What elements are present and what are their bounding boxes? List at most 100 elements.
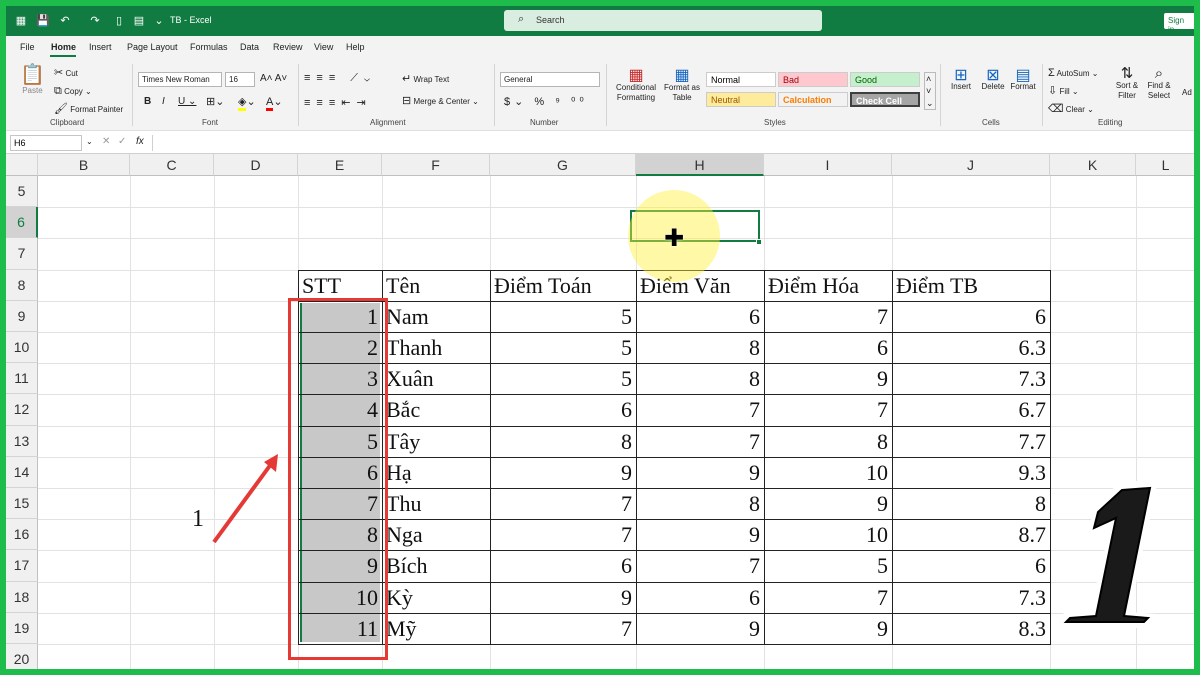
table-cell[interactable]: 7 — [636, 394, 764, 425]
table-cell[interactable]: Tây — [382, 426, 490, 457]
table-cell[interactable]: 7 — [764, 301, 892, 332]
tab-data[interactable]: Data — [240, 42, 259, 52]
table-cell[interactable]: Nam — [382, 301, 490, 332]
font-color-icon[interactable]: A⌄ — [266, 95, 283, 111]
number-format-select[interactable]: General — [500, 72, 600, 87]
row-header-7[interactable]: 7 — [6, 238, 38, 270]
italic-button[interactable]: I — [162, 96, 165, 107]
row-header-9[interactable]: 9 — [6, 300, 38, 332]
column-header-b[interactable]: B — [38, 154, 130, 176]
bold-button[interactable]: B — [144, 96, 151, 107]
table-cell[interactable]: 6 — [490, 550, 636, 581]
formula-input[interactable] — [152, 135, 1182, 151]
borders-icon[interactable]: ⊞⌄ — [206, 95, 224, 108]
table-cell[interactable]: 5 — [490, 363, 636, 394]
table-cell[interactable]: Mỹ — [382, 613, 490, 644]
table-cell[interactable]: 7 — [636, 550, 764, 581]
wrap-text-button[interactable]: ↵ Wrap Text — [402, 74, 449, 85]
customize-qat-icon[interactable]: ⌄ — [152, 14, 166, 28]
table-cell[interactable]: 6 — [892, 550, 1050, 581]
table-cell[interactable]: 7 — [636, 426, 764, 457]
enter-icon[interactable]: ✓ — [118, 136, 126, 147]
table-cell[interactable]: 9 — [636, 457, 764, 488]
row-header-8[interactable]: 8 — [6, 269, 38, 301]
name-box[interactable]: H6 — [10, 135, 82, 151]
select-all-corner[interactable] — [6, 154, 38, 176]
row-header-20[interactable]: 20 — [6, 644, 38, 669]
fill-handle[interactable] — [756, 239, 762, 245]
font-size-select[interactable]: 16 — [225, 72, 255, 87]
table-cell[interactable]: 7 — [764, 582, 892, 613]
clear-button[interactable]: ⌫ Clear ⌄ — [1048, 104, 1094, 115]
table-cell[interactable]: 6 — [892, 301, 1050, 332]
row-header-11[interactable]: 11 — [6, 363, 38, 395]
table-cell[interactable]: 9 — [490, 582, 636, 613]
table-cell[interactable]: 5 — [764, 550, 892, 581]
column-header-g[interactable]: G — [490, 154, 636, 176]
row-header-5[interactable]: 5 — [6, 176, 38, 208]
cell-style-calculation[interactable]: Calculation — [778, 92, 848, 107]
number-format-icons[interactable]: $⌄ % ⁹ ⁰⁰ — [504, 95, 588, 108]
table-cell[interactable]: 7 — [490, 488, 636, 519]
column-header-k[interactable]: K — [1050, 154, 1136, 176]
table-cell[interactable]: 9 — [490, 457, 636, 488]
table-cell[interactable]: 8.7 — [892, 519, 1050, 550]
addins-button[interactable]: Ad — [1182, 88, 1192, 97]
tab-review[interactable]: Review — [273, 42, 303, 52]
cell-style-check-cell[interactable]: Check Cell — [850, 92, 920, 107]
worksheet-grid[interactable]: B C D E F G H I J K L 5 6 7 8 9 10 11 12 13 14 15 16 17 18 19 20 ST… — [6, 154, 1194, 669]
table-cell[interactable]: 9 — [636, 613, 764, 644]
table-cell[interactable]: 5 — [490, 301, 636, 332]
cancel-icon[interactable]: ✕ — [102, 136, 110, 147]
cell-style-neutral[interactable]: Neutral — [706, 92, 776, 107]
row-header-14[interactable]: 14 — [6, 456, 38, 488]
table-cell[interactable]: Kỳ — [382, 582, 490, 613]
paste-button[interactable]: 📋 Paste — [20, 64, 45, 95]
row-header-12[interactable]: 12 — [6, 394, 38, 426]
column-header-h[interactable]: H — [636, 154, 764, 176]
column-header-i[interactable]: I — [764, 154, 892, 176]
table-cell[interactable]: 6 — [490, 394, 636, 425]
table-cell[interactable]: 9.3 — [892, 457, 1050, 488]
table-cell[interactable]: 7.3 — [892, 582, 1050, 613]
table-cell[interactable]: Nga — [382, 519, 490, 550]
column-header-l[interactable]: L — [1136, 154, 1194, 176]
format-painter-button[interactable]: 🖌 Format Painter — [54, 104, 123, 115]
column-header-j[interactable]: J — [892, 154, 1050, 176]
table-cell[interactable]: Hạ — [382, 457, 490, 488]
tab-page-layout[interactable]: Page Layout — [127, 42, 178, 52]
row-header-15[interactable]: 15 — [6, 488, 38, 520]
table-cell[interactable]: 9 — [764, 363, 892, 394]
redo-icon[interactable]: ↷ — [88, 14, 102, 28]
table-cell[interactable]: 7 — [490, 519, 636, 550]
new-file-icon[interactable]: ▯ — [112, 14, 126, 28]
table-cell[interactable]: Bắc — [382, 394, 490, 425]
column-header-e[interactable]: E — [298, 154, 382, 176]
table-cell[interactable]: 9 — [764, 488, 892, 519]
row-header-10[interactable]: 10 — [6, 332, 38, 364]
tab-help[interactable]: Help — [346, 42, 365, 52]
fill-color-icon[interactable]: ◈⌄ — [238, 95, 256, 111]
undo-icon[interactable]: ↶ — [58, 14, 72, 28]
font-name-select[interactable]: Times New Roman — [138, 72, 222, 87]
table-cell[interactable]: Bích — [382, 550, 490, 581]
format-as-table-button[interactable]: ▦ Format as Table — [662, 68, 702, 103]
insert-cells-button[interactable]: ⊞ Insert — [946, 68, 976, 92]
table-cell[interactable]: Xuân — [382, 363, 490, 394]
tab-view[interactable]: View — [314, 42, 333, 52]
autosum-button[interactable]: Σ AutoSum ⌄ — [1048, 68, 1098, 79]
table-header-cell[interactable]: Điểm Hóa — [764, 270, 892, 301]
table-cell[interactable]: 8 — [892, 488, 1050, 519]
increase-font-icon[interactable]: A˄ A˅ — [260, 73, 287, 84]
table-cell[interactable]: 8 — [490, 426, 636, 457]
column-header-f[interactable]: F — [382, 154, 490, 176]
table-cell[interactable]: Thanh — [382, 332, 490, 363]
delete-cells-button[interactable]: ⊠ Delete — [978, 68, 1008, 92]
table-cell[interactable]: 9 — [636, 519, 764, 550]
copy-button[interactable]: ⧉ Copy ⌄ — [54, 86, 92, 97]
table-cell[interactable]: 10 — [764, 457, 892, 488]
table-cell[interactable]: 7 — [764, 394, 892, 425]
table-cell[interactable]: 9 — [764, 613, 892, 644]
save-icon[interactable]: 💾 — [36, 14, 50, 28]
table-header-cell[interactable]: Điểm Toán — [490, 270, 636, 301]
